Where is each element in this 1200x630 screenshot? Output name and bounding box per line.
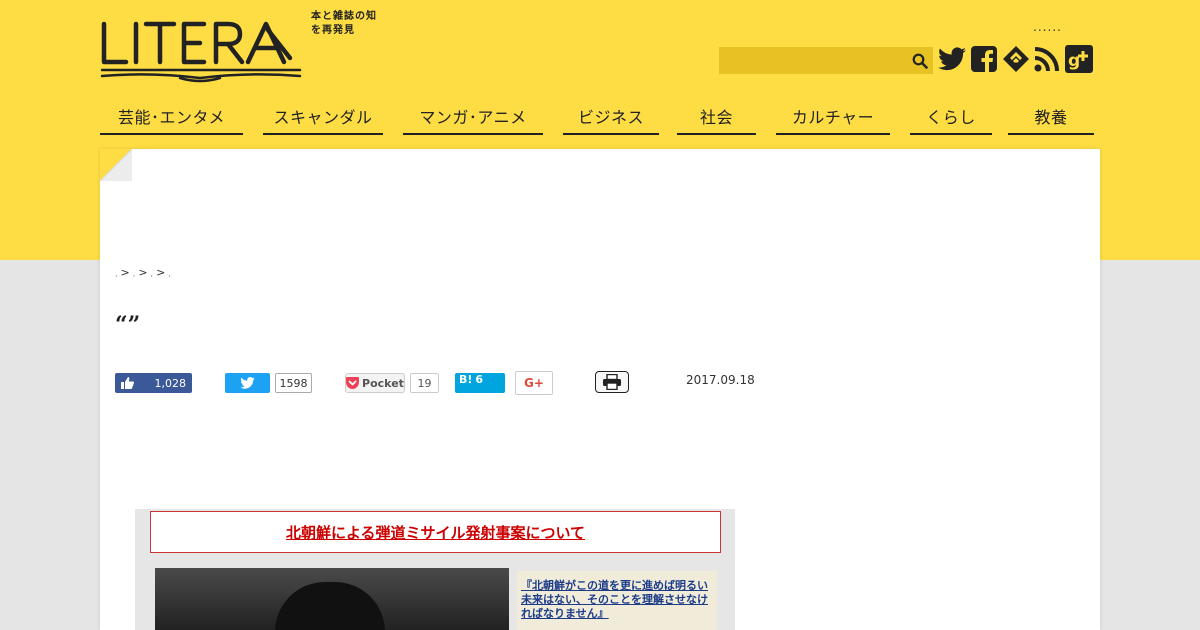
facebook-like-button[interactable]: 1,028 <box>115 373 192 393</box>
hatena-count: 6 <box>475 373 484 386</box>
pocket-save-button[interactable]: Pocket <box>345 373 405 393</box>
print-button[interactable] <box>595 371 629 393</box>
nav-item-culture[interactable]: カルチャー <box>776 98 890 135</box>
search-box <box>719 47 933 74</box>
google-plus-link[interactable]: g <box>1065 45 1093 73</box>
nav-item-entertainment[interactable]: 芸能･エンタメ <box>100 98 243 135</box>
twitter-bird-icon <box>240 377 255 389</box>
google-plus-share-button[interactable]: G+ <box>515 371 553 395</box>
breadcrumb-link[interactable]: , <box>151 269 154 278</box>
breadcrumb-separator: > <box>120 266 130 279</box>
feedly-icon <box>1003 46 1029 72</box>
search-icon <box>912 53 928 69</box>
nav-item-business[interactable]: ビジネス <box>563 98 659 135</box>
breadcrumb: , >, >, >, <box>115 266 171 279</box>
twitter-share-count: 1598 <box>275 373 312 393</box>
google-plus-icon: g <box>1065 45 1093 73</box>
twitter-link[interactable] <box>938 45 966 73</box>
breadcrumb-separator: > <box>138 266 148 279</box>
twitter-icon <box>938 47 966 71</box>
nav-item-lifestyle[interactable]: くらし <box>910 98 992 135</box>
press-conference-photo <box>155 568 509 630</box>
rss-link[interactable] <box>1033 45 1061 73</box>
hatena-bookmark-button[interactable]: B! 6 <box>455 373 505 393</box>
image-heading-box: 北朝鮮による弾道ミサイル発射事案について <box>150 511 721 553</box>
breadcrumb-link[interactable]: , <box>168 269 171 278</box>
breadcrumb-link[interactable]: , <box>133 269 136 278</box>
page-fold-corner <box>100 149 132 181</box>
speaker-silhouette <box>275 582 385 630</box>
pocket-save-count: 19 <box>410 373 439 393</box>
image-quote: 『北朝鮮がこの道を更に進めば明るい未来はない、そのことを理解させなければなりませ… <box>521 579 708 620</box>
article-image: 北朝鮮による弾道ミサイル発射事案について 『北朝鮮がこの道を更に進めば明るい未来… <box>135 509 735 630</box>
nav-item-society[interactable]: 社会 <box>677 98 756 135</box>
site-logo[interactable] <box>100 18 305 84</box>
breadcrumb-link[interactable]: , <box>115 269 118 278</box>
nav-item-scandal[interactable]: スキャンダル <box>263 98 383 135</box>
breadcrumb-separator: > <box>156 266 166 279</box>
article-date: 2017.09.18 <box>686 373 755 387</box>
site-tagline: 本と雑誌の知を再発見 <box>311 11 377 36</box>
hatena-label: B! <box>459 373 473 386</box>
litera-logo-icon <box>100 21 302 83</box>
image-heading: 北朝鮮による弾道ミサイル発射事案について <box>285 523 586 542</box>
facebook-link[interactable] <box>970 45 998 73</box>
pocket-icon <box>346 377 360 389</box>
image-quote-box: 『北朝鮮がこの道を更に進めば明るい未来はない、そのことを理解させなければなりませ… <box>517 571 717 630</box>
nav-item-education[interactable]: 教養 <box>1008 98 1094 135</box>
nav-item-manga-anime[interactable]: マンガ･アニメ <box>403 98 543 135</box>
thumbs-up-icon <box>121 377 134 389</box>
header-links[interactable]: ...... <box>1033 20 1062 34</box>
svg-text:g: g <box>1068 51 1080 71</box>
rss-icon <box>1034 47 1059 72</box>
search-input[interactable] <box>719 47 909 74</box>
feedly-link[interactable] <box>1002 45 1030 73</box>
search-button[interactable] <box>906 47 933 74</box>
printer-icon <box>603 374 621 390</box>
twitter-share-button[interactable] <box>225 373 270 393</box>
facebook-icon <box>971 46 997 72</box>
facebook-like-count: 1,028 <box>154 376 187 390</box>
article-title: “” <box>115 312 141 338</box>
pocket-label: Pocket <box>362 376 404 390</box>
